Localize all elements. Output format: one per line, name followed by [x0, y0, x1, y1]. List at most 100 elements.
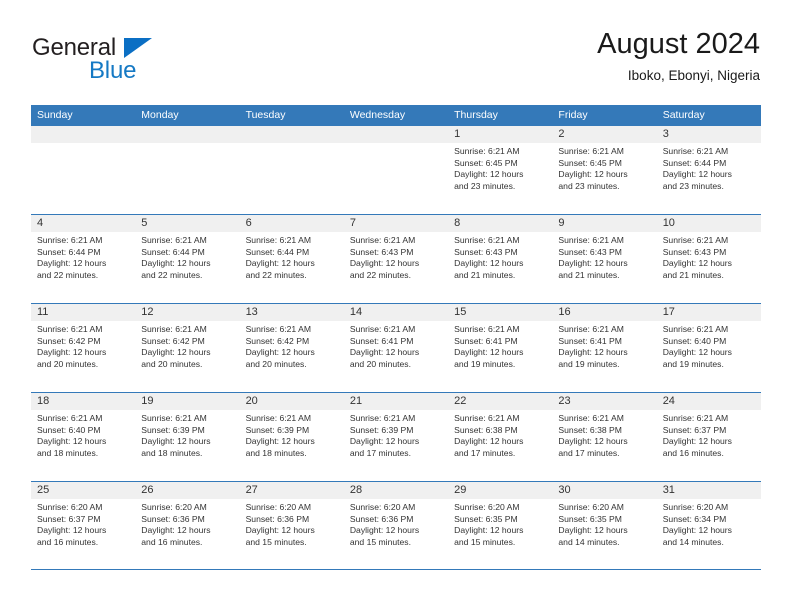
day-cell[interactable]: 16 Sunrise: 6:21 AM Sunset: 6:41 PM Dayl… — [552, 304, 657, 392]
daylight-text-line2: and 16 minutes. — [141, 536, 203, 547]
daylight-text-line1: Daylight: 12 hours — [37, 525, 107, 536]
day-details: Sunrise: 6:20 AM Sunset: 6:35 PM Dayligh… — [552, 499, 656, 548]
day-number-band — [239, 126, 344, 143]
day-details: Sunrise: 6:21 AM Sunset: 6:45 PM Dayligh… — [552, 143, 656, 192]
day-cell[interactable]: 23 Sunrise: 6:21 AM Sunset: 6:38 PM Dayl… — [552, 393, 657, 481]
daylight-text-line2: and 15 minutes. — [245, 536, 307, 547]
day-number: 15 — [454, 306, 467, 318]
day-number: 14 — [349, 306, 363, 318]
day-cell[interactable]: 25 Sunrise: 6:20 AM Sunset: 6:37 PM Dayl… — [31, 482, 136, 569]
day-number: 6 — [245, 217, 252, 229]
sunrise-text: Sunrise: 6:20 AM — [141, 502, 207, 512]
day-cell[interactable]: 26 Sunrise: 6:20 AM Sunset: 6:36 PM Dayl… — [135, 482, 240, 569]
daylight-text-line1: Daylight: 12 hours — [454, 525, 524, 536]
day-number: 30 — [558, 484, 571, 496]
day-cell[interactable]: 9 Sunrise: 6:21 AM Sunset: 6:43 PM Dayli… — [552, 215, 657, 303]
daylight-text-line1: Daylight: 12 hours — [662, 347, 732, 358]
day-cell[interactable]: 19 Sunrise: 6:21 AM Sunset: 6:39 PM Dayl… — [135, 393, 240, 481]
day-number-band: 18 — [31, 393, 136, 410]
sunrise-text: Sunrise: 6:21 AM — [454, 413, 520, 423]
day-details: Sunrise: 6:21 AM Sunset: 6:37 PM Dayligh… — [657, 410, 761, 459]
day-cell[interactable]: 6 Sunrise: 6:21 AM Sunset: 6:44 PM Dayli… — [239, 215, 344, 303]
day-cell[interactable]: 2 Sunrise: 6:21 AM Sunset: 6:45 PM Dayli… — [552, 126, 657, 214]
day-number-band: 23 — [552, 393, 657, 410]
day-number-band: 3 — [656, 126, 761, 143]
day-details: Sunrise: 6:21 AM Sunset: 6:41 PM Dayligh… — [448, 321, 552, 370]
day-cell[interactable]: 30 Sunrise: 6:20 AM Sunset: 6:35 PM Dayl… — [552, 482, 657, 569]
sunrise-text: Sunrise: 6:20 AM — [245, 502, 312, 512]
daylight-text-line1: Daylight: 12 hours — [141, 347, 211, 358]
sunrise-text: Sunrise: 6:20 AM — [662, 502, 729, 512]
day-details: Sunrise: 6:21 AM Sunset: 6:40 PM Dayligh… — [657, 321, 761, 370]
day-number: 8 — [454, 217, 461, 229]
day-cell[interactable]: 20 Sunrise: 6:21 AM Sunset: 6:39 PM Dayl… — [239, 393, 344, 481]
daylight-text-line2: and 22 minutes. — [37, 269, 99, 280]
day-cell[interactable]: 13 Sunrise: 6:21 AM Sunset: 6:42 PM Dayl… — [239, 304, 344, 392]
day-number: 13 — [245, 306, 258, 318]
day-cell[interactable] — [343, 126, 449, 214]
day-number-band: 29 — [448, 482, 553, 499]
daylight-text-line2: and 14 minutes. — [558, 536, 620, 547]
calendar-week-row: 18 Sunrise: 6:21 AM Sunset: 6:40 PM Dayl… — [31, 392, 761, 481]
day-cell[interactable]: 3 Sunrise: 6:21 AM Sunset: 6:44 PM Dayli… — [656, 126, 761, 214]
day-cell[interactable]: 5 Sunrise: 6:21 AM Sunset: 6:44 PM Dayli… — [135, 215, 240, 303]
day-cell[interactable]: 18 Sunrise: 6:21 AM Sunset: 6:40 PM Dayl… — [31, 393, 136, 481]
day-cell[interactable]: 14 Sunrise: 6:21 AM Sunset: 6:41 PM Dayl… — [343, 304, 449, 392]
daylight-text-line1: Daylight: 12 hours — [662, 525, 732, 536]
daylight-text-line1: Daylight: 12 hours — [245, 436, 315, 447]
daylight-text-line2: and 16 minutes. — [662, 447, 724, 458]
day-cell[interactable]: 24 Sunrise: 6:21 AM Sunset: 6:37 PM Dayl… — [656, 393, 761, 481]
day-cell[interactable]: 8 Sunrise: 6:21 AM Sunset: 6:43 PM Dayli… — [448, 215, 553, 303]
daylight-text-line2: and 14 minutes. — [662, 536, 724, 547]
day-details: Sunrise: 6:21 AM Sunset: 6:42 PM Dayligh… — [135, 321, 239, 370]
day-cell[interactable]: 17 Sunrise: 6:21 AM Sunset: 6:40 PM Dayl… — [656, 304, 761, 392]
day-number-band: 20 — [239, 393, 344, 410]
day-cell[interactable]: 29 Sunrise: 6:20 AM Sunset: 6:35 PM Dayl… — [448, 482, 553, 569]
page-header: General Blue August 2024 Iboko, Ebonyi, … — [32, 26, 760, 98]
sunrise-text: Sunrise: 6:20 AM — [454, 502, 520, 512]
daylight-text-line2: and 18 minutes. — [141, 447, 203, 458]
day-cell[interactable]: 28 Sunrise: 6:20 AM Sunset: 6:36 PM Dayl… — [343, 482, 449, 569]
daylight-text-line1: Daylight: 12 hours — [245, 525, 315, 536]
sunrise-text: Sunrise: 6:21 AM — [662, 146, 729, 156]
day-cell[interactable]: 31 Sunrise: 6:20 AM Sunset: 6:34 PM Dayl… — [656, 482, 761, 569]
day-cell[interactable]: 7 Sunrise: 6:21 AM Sunset: 6:43 PM Dayli… — [343, 215, 449, 303]
sunset-text: Sunset: 6:42 PM — [37, 335, 101, 346]
sunset-text: Sunset: 6:36 PM — [245, 513, 310, 524]
day-number-band: 15 — [448, 304, 553, 321]
sunrise-text: Sunrise: 6:21 AM — [349, 413, 416, 423]
daylight-text-line2: and 18 minutes. — [37, 447, 99, 458]
day-number: 22 — [454, 395, 467, 407]
daylight-text-line1: Daylight: 12 hours — [454, 347, 524, 358]
sunrise-text: Sunrise: 6:21 AM — [37, 235, 103, 245]
day-cell[interactable]: 1 Sunrise: 6:21 AM Sunset: 6:45 PM Dayli… — [448, 126, 553, 214]
daylight-text-line1: Daylight: 12 hours — [37, 258, 107, 269]
day-number-band: 7 — [343, 215, 449, 232]
day-cell[interactable]: 15 Sunrise: 6:21 AM Sunset: 6:41 PM Dayl… — [448, 304, 553, 392]
day-details: Sunrise: 6:21 AM Sunset: 6:41 PM Dayligh… — [344, 321, 448, 370]
day-cell[interactable]: 12 Sunrise: 6:21 AM Sunset: 6:42 PM Dayl… — [135, 304, 240, 392]
day-number: 17 — [662, 306, 675, 318]
day-number-band: 16 — [552, 304, 657, 321]
day-number-band: 24 — [656, 393, 761, 410]
day-cell[interactable] — [135, 126, 240, 214]
day-cell[interactable]: 10 Sunrise: 6:21 AM Sunset: 6:43 PM Dayl… — [656, 215, 761, 303]
day-cell[interactable]: 22 Sunrise: 6:21 AM Sunset: 6:38 PM Dayl… — [448, 393, 553, 481]
day-number: 23 — [558, 395, 571, 407]
day-cell[interactable]: 21 Sunrise: 6:21 AM Sunset: 6:39 PM Dayl… — [343, 393, 449, 481]
daylight-text-line1: Daylight: 12 hours — [558, 436, 628, 447]
daylight-text-line2: and 16 minutes. — [37, 536, 99, 547]
title-block: August 2024 Iboko, Ebonyi, Nigeria — [597, 26, 760, 84]
day-cell[interactable]: 11 Sunrise: 6:21 AM Sunset: 6:42 PM Dayl… — [31, 304, 136, 392]
day-cell[interactable]: 27 Sunrise: 6:20 AM Sunset: 6:36 PM Dayl… — [239, 482, 344, 569]
day-number: 21 — [349, 395, 363, 407]
day-cell[interactable] — [239, 126, 344, 214]
weekday-header-saturday: Saturday — [662, 109, 705, 121]
day-cell[interactable]: 4 Sunrise: 6:21 AM Sunset: 6:44 PM Dayli… — [31, 215, 136, 303]
day-cell[interactable] — [31, 126, 136, 214]
sunset-text: Sunset: 6:39 PM — [141, 424, 205, 435]
day-number-band: 11 — [31, 304, 136, 321]
sunset-text: Sunset: 6:38 PM — [558, 424, 622, 435]
daylight-text-line2: and 21 minutes. — [662, 269, 724, 280]
page-title: August 2024 — [597, 28, 760, 60]
